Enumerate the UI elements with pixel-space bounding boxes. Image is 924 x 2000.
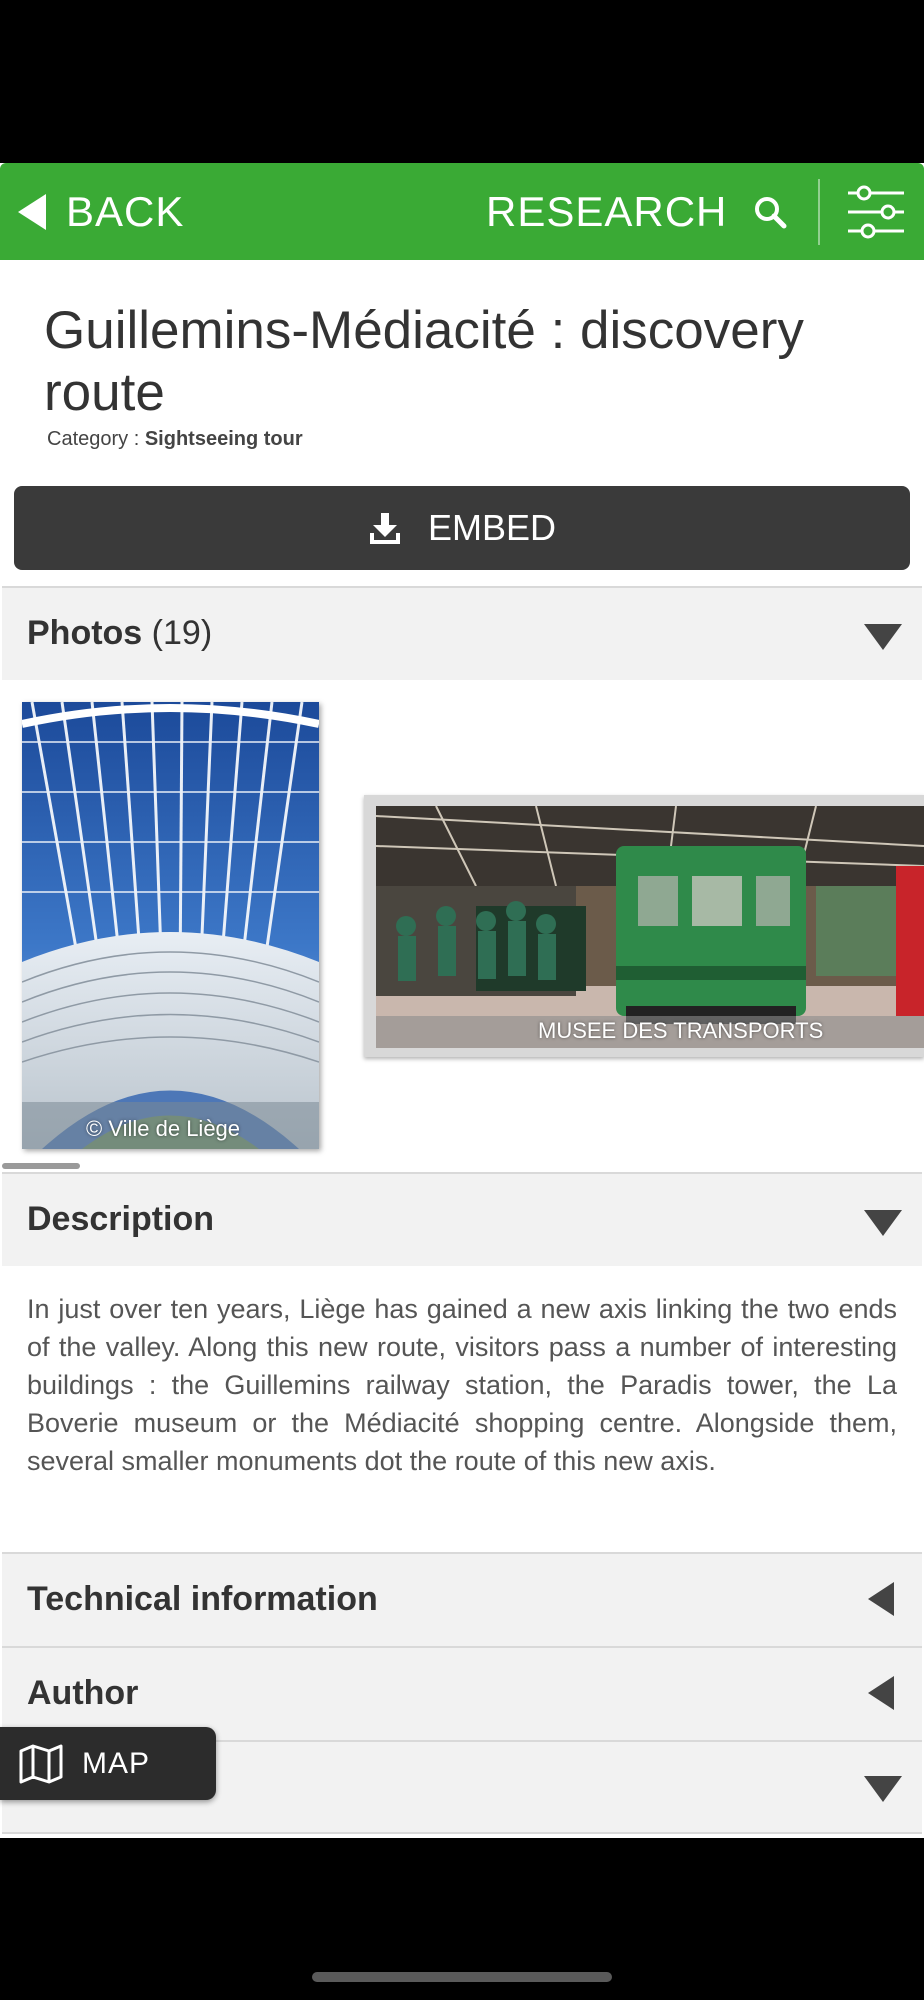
photos-count: (19) (151, 614, 213, 652)
page-title: Guillemins-Médiacité : discovery route (44, 301, 804, 422)
technical-title: Technical information (27, 1580, 378, 1618)
photo-thumbnail[interactable]: MUSEE DES TRANSPORTS (376, 806, 924, 1048)
chevron-left-icon (868, 1676, 894, 1710)
tram-museum-image (376, 806, 924, 1048)
home-indicator[interactable] (312, 1972, 612, 1982)
chevron-down-icon (864, 1210, 902, 1236)
photos-section-header[interactable]: Photos (19) (2, 586, 922, 680)
description-title: Description (27, 1200, 215, 1238)
chevron-down-icon (864, 1776, 902, 1802)
author-title: Author (27, 1674, 139, 1712)
embed-label: EMBED (427, 507, 557, 548)
embed-button[interactable]: EMBED (14, 486, 910, 570)
map-button[interactable]: MAP (0, 1727, 216, 1800)
back-label: BACK (66, 187, 185, 235)
map-icon (19, 1744, 63, 1783)
photos-title-text: Photos (27, 614, 143, 652)
research-button[interactable]: RESEARCH (486, 163, 787, 260)
download-icon (369, 513, 400, 544)
category-value: Sightseeing tour (144, 428, 303, 450)
photos-title: Photos (19) (27, 614, 212, 653)
photo-caption: MUSEE DES TRANSPORTS (538, 1018, 824, 1043)
header-divider (818, 179, 820, 245)
map-label: MAP (82, 1746, 151, 1780)
station-roof-image (22, 702, 319, 1149)
back-triangle-icon (18, 193, 46, 230)
filter-sliders-icon[interactable] (846, 183, 906, 241)
photo-thumbnail[interactable]: © Ville de Liège (22, 702, 319, 1149)
back-button[interactable]: BACK (18, 163, 184, 260)
author-section-header[interactable]: Author (2, 1646, 922, 1740)
research-label: RESEARCH (486, 187, 728, 235)
search-icon (755, 196, 787, 228)
category-line: Category : Sightseeing tour (47, 428, 303, 451)
photo-caption: © Ville de Liège (86, 1116, 241, 1141)
carousel-scroll-indicator[interactable] (2, 1163, 80, 1169)
technical-section-header[interactable]: Technical information (2, 1552, 922, 1646)
chevron-down-icon (864, 624, 902, 650)
category-label: Category : (47, 428, 140, 450)
chevron-left-icon (868, 1582, 894, 1616)
top-bar: BACK RESEARCH (0, 163, 924, 260)
description-section-header[interactable]: Description (2, 1172, 922, 1266)
description-text: In just over ten years, Liège has gained… (27, 1294, 897, 1476)
